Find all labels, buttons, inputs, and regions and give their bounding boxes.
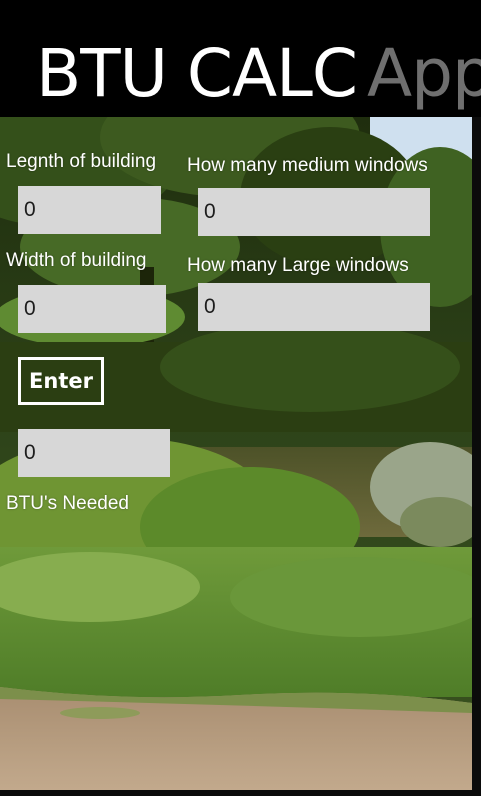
btu-result-field: 0 — [18, 429, 170, 477]
length-input[interactable]: 0 — [18, 186, 161, 234]
large-windows-label: How many Large windows — [187, 255, 409, 276]
app-subtitle: App — [366, 35, 481, 112]
app-screen: BTU CALC App Legnth of building 0 How ma… — [0, 0, 481, 796]
btu-needed-label: BTU's Needed — [6, 493, 129, 514]
app-title: BTU CALC App — [36, 38, 481, 110]
enter-button[interactable]: Enter — [18, 357, 104, 405]
screen-edge-right — [472, 117, 481, 796]
width-input[interactable]: 0 — [18, 285, 166, 333]
medium-windows-input[interactable]: 0 — [198, 188, 430, 236]
screen-edge-bottom — [0, 790, 481, 796]
length-label: Legnth of building — [6, 151, 157, 172]
app-title-text: BTU CALC — [36, 35, 358, 112]
large-windows-input[interactable]: 0 — [198, 283, 430, 331]
title-bar: BTU CALC App — [0, 0, 481, 117]
width-label: Width of building — [6, 250, 147, 271]
medium-windows-label: How many medium windows — [187, 155, 428, 176]
